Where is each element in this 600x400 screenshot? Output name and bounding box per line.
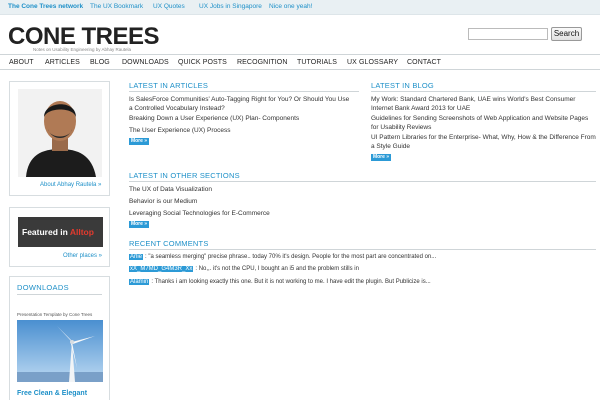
nav-bottom-rule: [0, 69, 600, 70]
comments-section-title: RECENT COMMENTS: [129, 239, 209, 248]
badge-featured-text: Featured in: [22, 227, 70, 237]
article-link-2[interactable]: Breaking Down a User Experience (UX) Pla…: [129, 114, 359, 123]
nav-item-recognition[interactable]: RECOGNITION: [237, 59, 288, 66]
other-section-title: LATEST IN OTHER SECTIONS: [129, 171, 240, 180]
alltop-badge[interactable]: Featured in Alltop: [18, 217, 103, 247]
comment-text[interactable]: : "a seamless merging" precise phrase.. …: [145, 254, 436, 260]
site-logo[interactable]: CONE TREES: [8, 25, 160, 49]
downloads-caption[interactable]: Free Clean & Elegant: [17, 390, 87, 397]
downloads-title: DOWNLOADS: [17, 283, 69, 292]
about-author-link[interactable]: About Abhay Rautela »: [40, 182, 101, 188]
badge-brand-text: Alltop: [69, 227, 94, 237]
comment-item: Alamin: Thanks i am looking exactly this…: [129, 279, 431, 285]
blog-section-rule: [371, 91, 596, 92]
nav-item-articles[interactable]: ARTICLES: [45, 59, 80, 66]
comment-text[interactable]: : Thanks i am looking exactly this one. …: [151, 279, 430, 285]
article-link-3[interactable]: The User Experience (UX) Process: [129, 126, 359, 135]
topbar-link-ux-bookmark[interactable]: The UX Bookmark: [90, 3, 143, 10]
downloads-rule: [17, 294, 102, 295]
other-link-3[interactable]: Leveraging Social Technologies for E-Com…: [129, 209, 429, 218]
articles-section-rule: [129, 91, 359, 92]
comment-author-link[interactable]: Arlie: [129, 254, 144, 260]
comment-author-link[interactable]: Alamin: [129, 279, 150, 285]
nav-top-rule: [0, 54, 600, 55]
blog-link-1[interactable]: My Work: Standard Chartered Bank, UAE wi…: [371, 95, 596, 113]
other-section-rule: [129, 181, 596, 182]
topbar-link-ux-jobs[interactable]: UX Jobs in Singapore: [199, 3, 262, 10]
comment-item: Arlie: "a seamless merging" precise phra…: [129, 254, 436, 260]
articles-more-button[interactable]: More »: [129, 138, 149, 145]
blog-link-2[interactable]: Guidelines for Sending Screenshots of We…: [371, 114, 596, 132]
nav-item-about[interactable]: ABOUT: [9, 59, 34, 66]
comment-item: xX_M7MD_G4M3R_Xx: No,,. it's not the CPU…: [129, 266, 359, 272]
other-link-1[interactable]: The UX of Data Visualization: [129, 185, 429, 194]
blog-link-3[interactable]: UI Pattern Libraries for the Enterprise-…: [371, 133, 596, 151]
nav-item-downloads[interactable]: DOWNLOADS: [122, 59, 169, 66]
other-more-button[interactable]: More »: [129, 221, 149, 228]
nav-item-quick-posts[interactable]: QUICK POSTS: [178, 59, 227, 66]
nav-item-blog[interactable]: BLOG: [90, 59, 110, 66]
nav-item-ux-glossary[interactable]: UX GLOSSARY: [347, 59, 398, 66]
comments-section-rule: [129, 249, 596, 250]
articles-section-title: LATEST IN ARTICLES: [129, 81, 209, 90]
topbar-link-nice-one[interactable]: Nice one yeah!: [269, 3, 312, 10]
blog-more-button[interactable]: More »: [371, 154, 391, 161]
other-places-link[interactable]: Other places »: [63, 253, 102, 259]
comment-text[interactable]: : No,,. it's not the CPU, I bought an i5…: [195, 266, 359, 272]
search-input[interactable]: [468, 28, 548, 40]
topbar-link-network[interactable]: The Cone Trees network: [8, 3, 83, 10]
comment-author-link[interactable]: xX_M7MD_G4M3R_Xx: [129, 266, 194, 272]
network-bar: The Cone Trees network The UX Bookmark U…: [0, 0, 600, 15]
article-link-1[interactable]: Is SalesForce Communities' Auto-Tagging …: [129, 95, 354, 113]
nav-item-tutorials[interactable]: TUTORIALS: [297, 59, 337, 66]
author-avatar[interactable]: [18, 89, 102, 177]
topbar-link-ux-quotes[interactable]: UX Quotes: [153, 3, 185, 10]
downloads-subtitle: Presentation Template by Cone Trees: [17, 312, 93, 317]
nav-item-contact[interactable]: CONTACT: [407, 59, 441, 66]
wind-turbine-image[interactable]: [17, 320, 103, 382]
search-button[interactable]: Search: [551, 27, 582, 41]
other-link-2[interactable]: Behavior is our Medium: [129, 197, 429, 206]
site-tagline: Notes on Usability Engineering by Abhay …: [33, 47, 132, 52]
blog-section-title: LATEST IN BLOG: [371, 81, 434, 90]
